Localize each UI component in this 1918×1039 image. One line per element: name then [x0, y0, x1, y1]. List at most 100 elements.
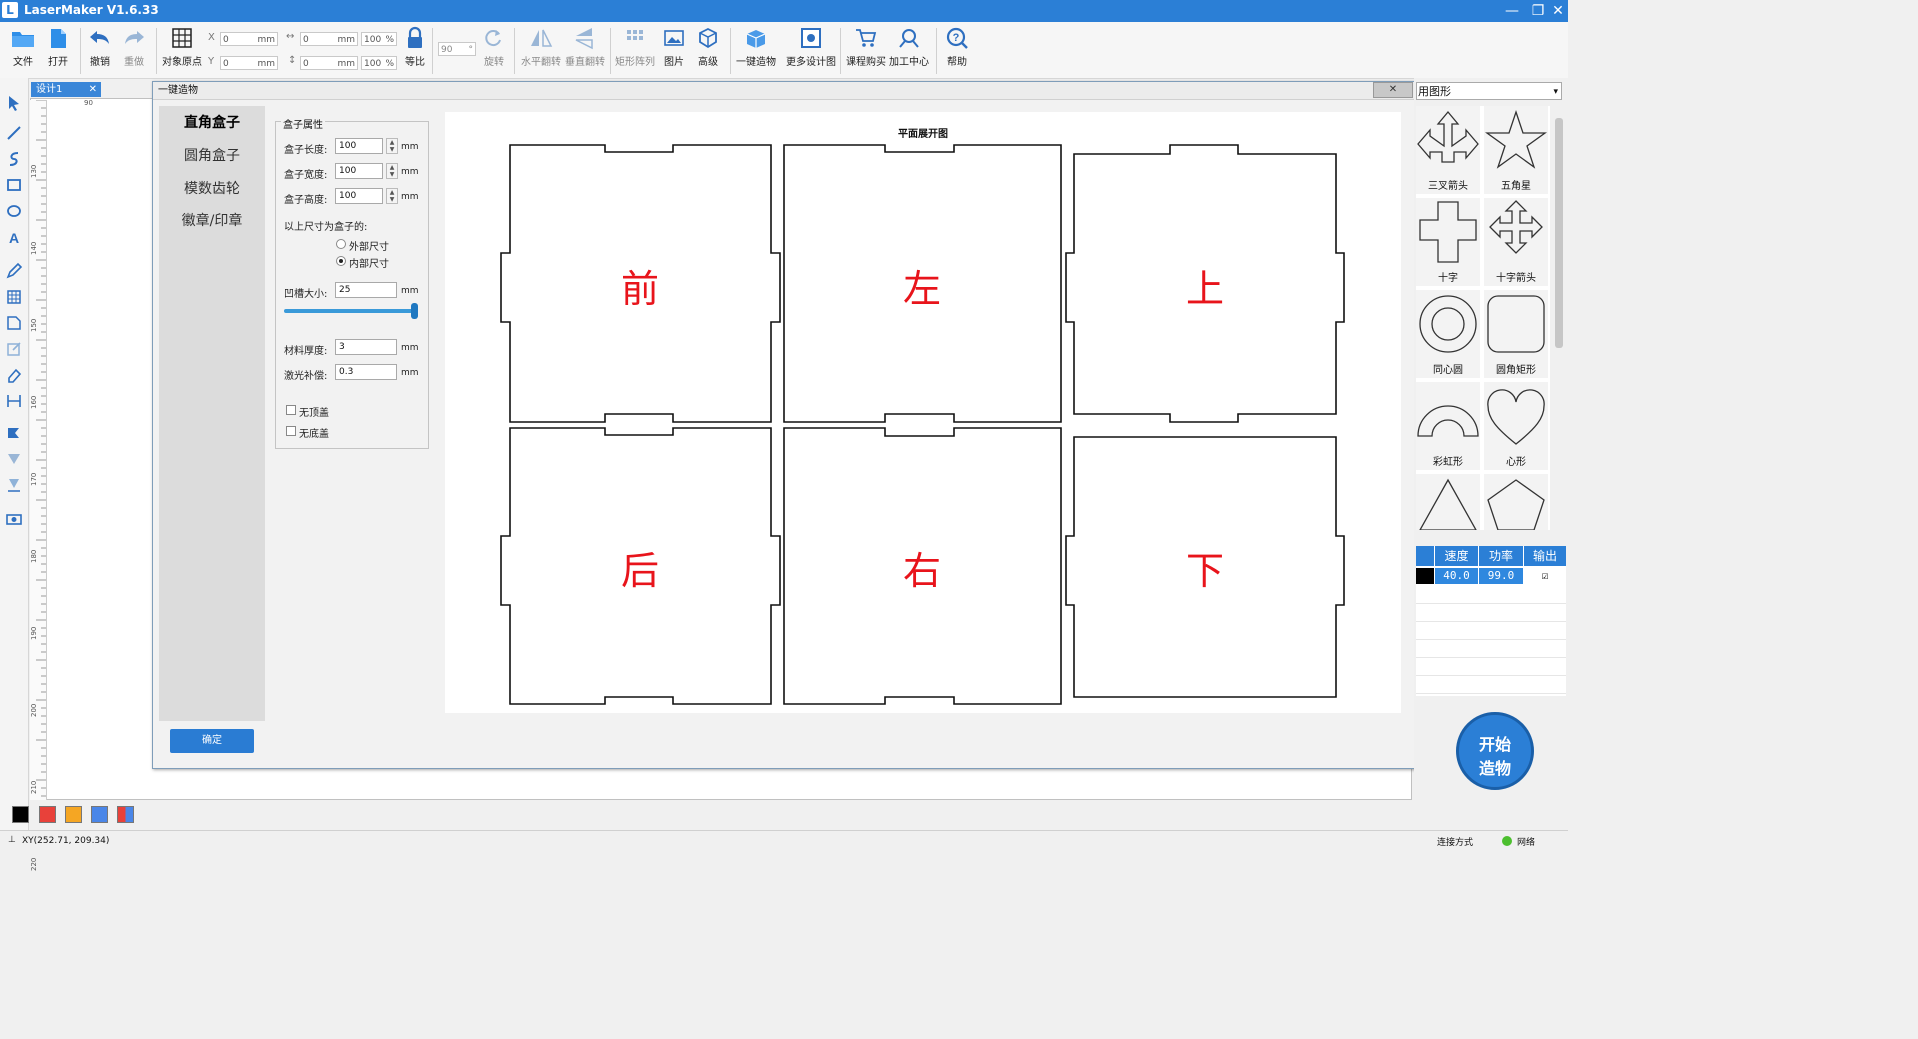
rotate-angle-input[interactable]: 90 ° [438, 42, 476, 56]
no-top-checkbox[interactable] [286, 405, 296, 415]
image-button[interactable]: 图片 [660, 26, 688, 68]
y-input[interactable]: 0 mm [220, 56, 278, 70]
no-bottom-checkbox[interactable] [286, 426, 296, 436]
ratio-lock-button[interactable]: 等比 [402, 26, 428, 68]
height-input-box[interactable]: 100 [335, 188, 383, 204]
pen-tool-icon[interactable] [5, 262, 23, 280]
text-tool-icon[interactable]: A [5, 228, 23, 246]
minimize-button[interactable]: — [1499, 1, 1525, 21]
curve-tool-icon[interactable] [5, 150, 23, 168]
process-center-button[interactable]: 加工中心 [888, 26, 930, 68]
table-tool-icon[interactable] [5, 288, 23, 306]
heart-icon [1487, 389, 1545, 445]
layer-speed-cell[interactable]: 40.0 [1435, 568, 1478, 584]
width-input-box[interactable]: 100 [335, 163, 383, 179]
object-origin-button[interactable]: 对象原点 [160, 26, 204, 68]
edit-node-icon[interactable] [5, 340, 23, 358]
face-label-top: 上 [1185, 267, 1224, 311]
nav-square-box[interactable]: 直角盒子 [159, 112, 265, 132]
network-label[interactable]: 网络 [1517, 835, 1535, 848]
thickness-input[interactable]: 3 [335, 339, 397, 355]
box-net-drawing [500, 144, 1345, 705]
width-spinner[interactable]: ▲ ▼ [386, 163, 398, 179]
notch-slider-thumb[interactable] [411, 303, 418, 319]
notch-input[interactable]: 25 [335, 282, 397, 298]
svg-text:A: A [9, 230, 19, 246]
close-window-button[interactable]: ✕ [1545, 1, 1571, 21]
nav-gear[interactable]: 模数齿轮 [159, 178, 265, 198]
ruler-label: 130 [30, 164, 38, 178]
shape-rounded-rect[interactable]: 圆角矩形 [1484, 290, 1548, 378]
shape-concentric-circle[interactable]: 同心圆 [1416, 290, 1480, 378]
width-label: 盒子宽度: [284, 170, 328, 181]
height-spinner[interactable]: ▲ ▼ [386, 188, 398, 204]
layer-output-checkbox[interactable]: ☑ [1524, 568, 1566, 584]
height-input[interactable]: 0 mm [300, 56, 358, 70]
svg-text:?: ? [953, 32, 960, 44]
confirm-button[interactable]: 确定 [170, 729, 254, 753]
advanced-button[interactable]: 高级 [694, 26, 722, 68]
select-arrow-icon[interactable] [5, 94, 23, 112]
shape-trident-arrow[interactable]: 三叉箭头 [1416, 106, 1480, 194]
align-center-icon[interactable] [5, 450, 23, 468]
shape-rainbow[interactable]: 彩虹形 [1416, 382, 1480, 470]
layer-color-swatch[interactable] [1416, 568, 1434, 584]
shape-tool-icon[interactable] [5, 314, 23, 332]
nav-rounded-box[interactable]: 圆角盒子 [159, 145, 265, 165]
rect-array-button[interactable]: 矩形阵列 [614, 26, 656, 68]
flip-horizontal-button[interactable]: 水平翻转 [520, 26, 562, 68]
start-make-button[interactable]: 开始 造物 [1456, 712, 1534, 790]
shape-heart[interactable]: 心形 [1484, 382, 1548, 470]
shape-cross-arrow[interactable]: 十字箭头 [1484, 198, 1548, 286]
color-swatch-orange[interactable] [65, 806, 82, 823]
shape-library: 三叉箭头 五角星 十字 十字箭头 同心圆 圆角矩形 彩虹形 心形 [1416, 106, 1550, 531]
width-input[interactable]: 0 mm [300, 32, 358, 46]
camera-icon[interactable] [5, 510, 23, 528]
scrollbar-thumb[interactable] [1555, 118, 1563, 348]
align-down-icon[interactable] [5, 476, 23, 494]
dialog-close-button[interactable]: ✕ [1373, 82, 1413, 98]
line-tool-icon[interactable] [5, 124, 23, 142]
eraser-icon[interactable] [5, 366, 23, 384]
ruler-label: 160 [30, 395, 38, 409]
length-input[interactable]: 100 [335, 138, 383, 154]
x-input[interactable]: 0 mm [220, 32, 278, 46]
more-designs-button[interactable]: 更多设计图 [786, 26, 836, 68]
undo-button[interactable]: 撤销 [86, 26, 114, 68]
color-swatch-multi[interactable] [117, 806, 134, 823]
layer-power-cell[interactable]: 99.0 [1479, 568, 1523, 584]
redo-button[interactable]: 重做 [120, 26, 148, 68]
shape-pentagon[interactable] [1484, 474, 1548, 531]
measure-icon[interactable] [5, 392, 23, 410]
course-buy-button[interactable]: 课程购买 [846, 26, 886, 68]
layer-table: 速度 功率 输出 40.0 99.0 ☑ [1416, 546, 1566, 696]
shape-triangle[interactable] [1416, 474, 1480, 531]
open-button[interactable]: 打开 [44, 26, 72, 68]
dropdown-arrow-icon: ▾ [1553, 87, 1558, 97]
rectangle-tool-icon[interactable] [5, 176, 23, 194]
scale-height-input[interactable]: 100% [361, 56, 397, 70]
nav-badge-stamp[interactable]: 徽章/印章 [159, 210, 265, 230]
outer-size-radio[interactable] [336, 239, 346, 249]
flip-vertical-button[interactable]: 垂直翻转 [564, 26, 606, 68]
ellipse-tool-icon[interactable] [5, 202, 23, 220]
color-swatch-blue[interactable] [91, 806, 108, 823]
color-swatch-black[interactable] [12, 806, 29, 823]
inner-size-radio[interactable] [336, 256, 346, 266]
shape-cross[interactable]: 十字 [1416, 198, 1480, 286]
scale-width-input[interactable]: 100% [361, 32, 397, 46]
rotate-button[interactable]: 旋转 [480, 26, 508, 68]
length-spinner[interactable]: ▲ ▼ [386, 138, 398, 154]
shape-category-select[interactable]: 用图形 ▾ [1416, 82, 1562, 100]
notch-slider-track[interactable] [284, 309, 414, 313]
one-key-make-button[interactable]: 一键造物 [736, 26, 776, 68]
shape-star[interactable]: 五角星 [1484, 106, 1548, 194]
document-tab[interactable]: 设计1 ✕ [31, 82, 101, 97]
kerf-input[interactable]: 0.3 [335, 364, 397, 380]
file-button[interactable]: 文件 [8, 26, 38, 68]
align-left-icon[interactable] [5, 424, 23, 442]
color-swatch-red[interactable] [39, 806, 56, 823]
help-button[interactable]: ? 帮助 [942, 26, 972, 68]
shape-scrollbar[interactable] [1552, 106, 1566, 530]
close-tab-icon[interactable]: ✕ [89, 82, 97, 97]
